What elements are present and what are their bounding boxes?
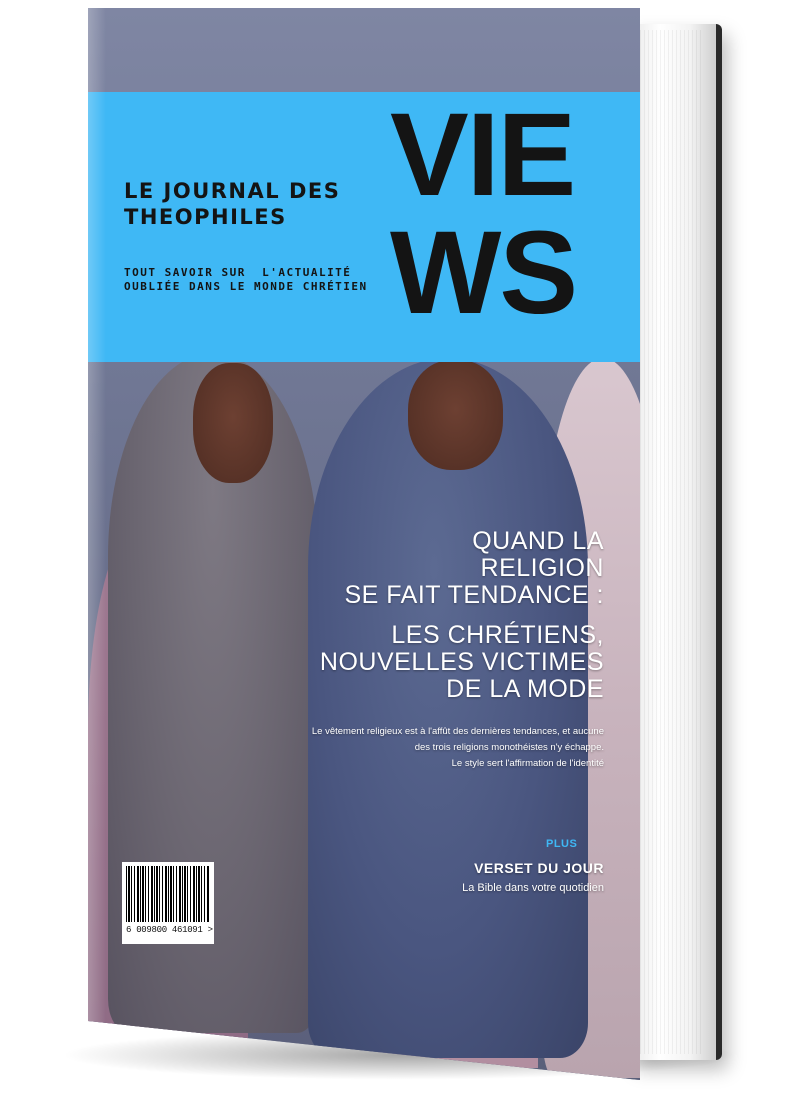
- tagline: TOUT SAVOIR SUR L'ACTUALITÉ OUBLIÉE DANS…: [124, 266, 374, 294]
- spine-sheen: [88, 8, 106, 1080]
- verse-subtitle: La Bible dans votre quotidien: [462, 882, 604, 894]
- article-summary: Le vêtement religieux est à l'affût des …: [264, 724, 604, 772]
- barcode-bars: [126, 866, 210, 922]
- plus-label: PLUS: [546, 838, 578, 850]
- headline-secondary: LES CHRÉTIENS, NOUVELLES VICTIMES DE LA …: [304, 622, 604, 703]
- headline-line: QUAND LA RELIGION: [472, 527, 604, 582]
- barcode: 6 009800 461091 >: [122, 862, 214, 944]
- tagline-line: TOUT SAVOIR SUR L'ACTUALITÉ: [124, 266, 352, 279]
- magazine-cover: VIE WS LE JOURNAL DES THEOPHILES TOUT SA…: [88, 8, 640, 1080]
- summary-line: des trois religions monothéistes n'y éch…: [414, 742, 604, 753]
- headline-line: DE LA MODE: [446, 675, 604, 703]
- cover-photo-figure-middle-face: [408, 360, 503, 470]
- page-lines: [640, 30, 704, 1054]
- summary-line: Le vêtement religieux est à l'affût des …: [311, 726, 604, 737]
- book-mockup: VIE WS LE JOURNAL DES THEOPHILES TOUT SA…: [0, 0, 796, 1096]
- barcode-number: 6 009800 461091 >: [126, 925, 213, 935]
- journal-title-line: THEOPHILES: [124, 205, 287, 229]
- journal-title-line: LE JOURNAL DES: [124, 179, 341, 203]
- masthead-line: VIE: [390, 89, 576, 221]
- masthead-line: WS: [390, 207, 578, 339]
- headline-primary: QUAND LA RELIGION SE FAIT TENDANCE :: [344, 528, 604, 609]
- tagline-line: OUBLIÉE DANS LE MONDE CHRÉTIEN: [124, 280, 368, 293]
- verse-title: VERSET DU JOUR: [474, 860, 604, 876]
- cover-photo-figure-left-face: [193, 363, 273, 483]
- summary-line: Le style sert l'affirmation de l'identit…: [451, 758, 604, 769]
- headline-line: LES CHRÉTIENS,: [391, 621, 604, 649]
- masthead-title: VIE WS: [390, 96, 610, 332]
- headline-line: SE FAIT TENDANCE :: [344, 581, 604, 609]
- journal-title: LE JOURNAL DES THEOPHILES: [124, 178, 354, 230]
- headline-line: NOUVELLES VICTIMES: [319, 648, 604, 676]
